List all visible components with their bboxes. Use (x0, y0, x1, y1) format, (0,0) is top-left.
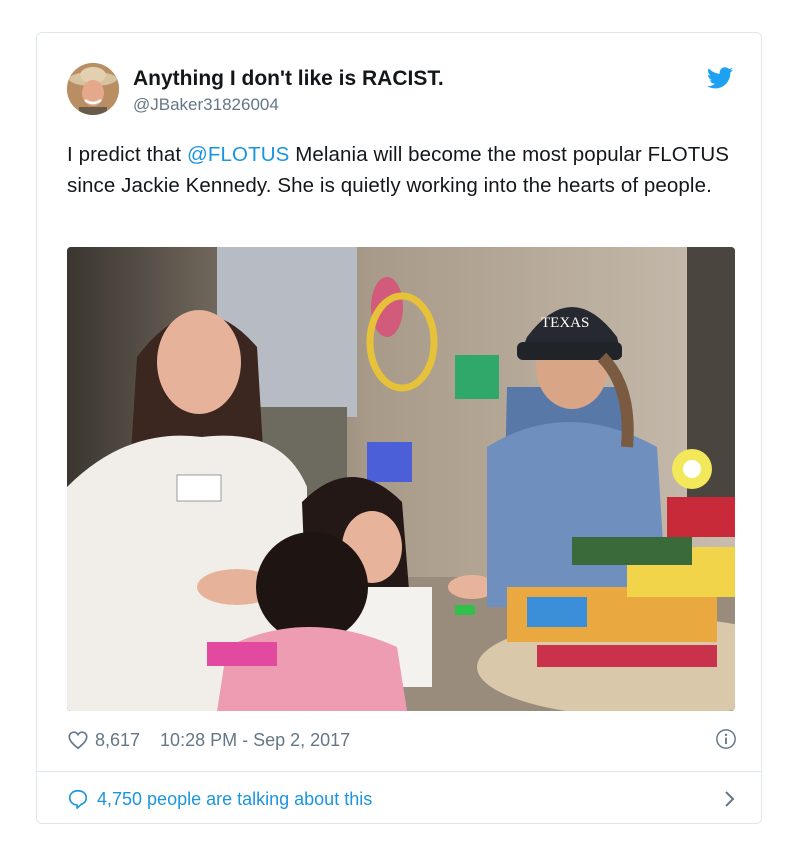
cap-text: TEXAS (541, 315, 589, 331)
tweet-card[interactable]: Anything I don't like is RACIST. @JBaker… (36, 32, 762, 824)
display-name[interactable]: Anything I don't like is RACIST. (133, 67, 444, 91)
tweet-text-before: I predict that (67, 143, 188, 166)
heart-icon[interactable] (67, 729, 89, 751)
speech-bubble-icon (68, 789, 88, 809)
tweet-text: I predict that @FLOTUS Melania will beco… (67, 139, 737, 201)
info-icon[interactable] (715, 728, 737, 750)
mention-link[interactable]: @FLOTUS (187, 143, 289, 166)
tweet-timestamp[interactable]: 10:28 PM - Sep 2, 2017 (160, 730, 350, 751)
tweet-meta: 8,617 10:28 PM - Sep 2, 2017 (67, 728, 737, 752)
conversation-link[interactable]: 4,750 people are talking about this (67, 787, 737, 811)
divider (37, 771, 761, 772)
twitter-bird-icon[interactable] (707, 67, 733, 89)
tweet-photo[interactable]: TEXAS (67, 247, 735, 711)
conversation-count-text[interactable]: 4,750 people are talking about this (97, 789, 372, 810)
chevron-right-icon[interactable] (723, 788, 737, 810)
avatar[interactable] (67, 63, 119, 115)
user-handle[interactable]: @JBaker31826004 (133, 95, 279, 115)
like-count[interactable]: 8,617 (95, 730, 140, 751)
